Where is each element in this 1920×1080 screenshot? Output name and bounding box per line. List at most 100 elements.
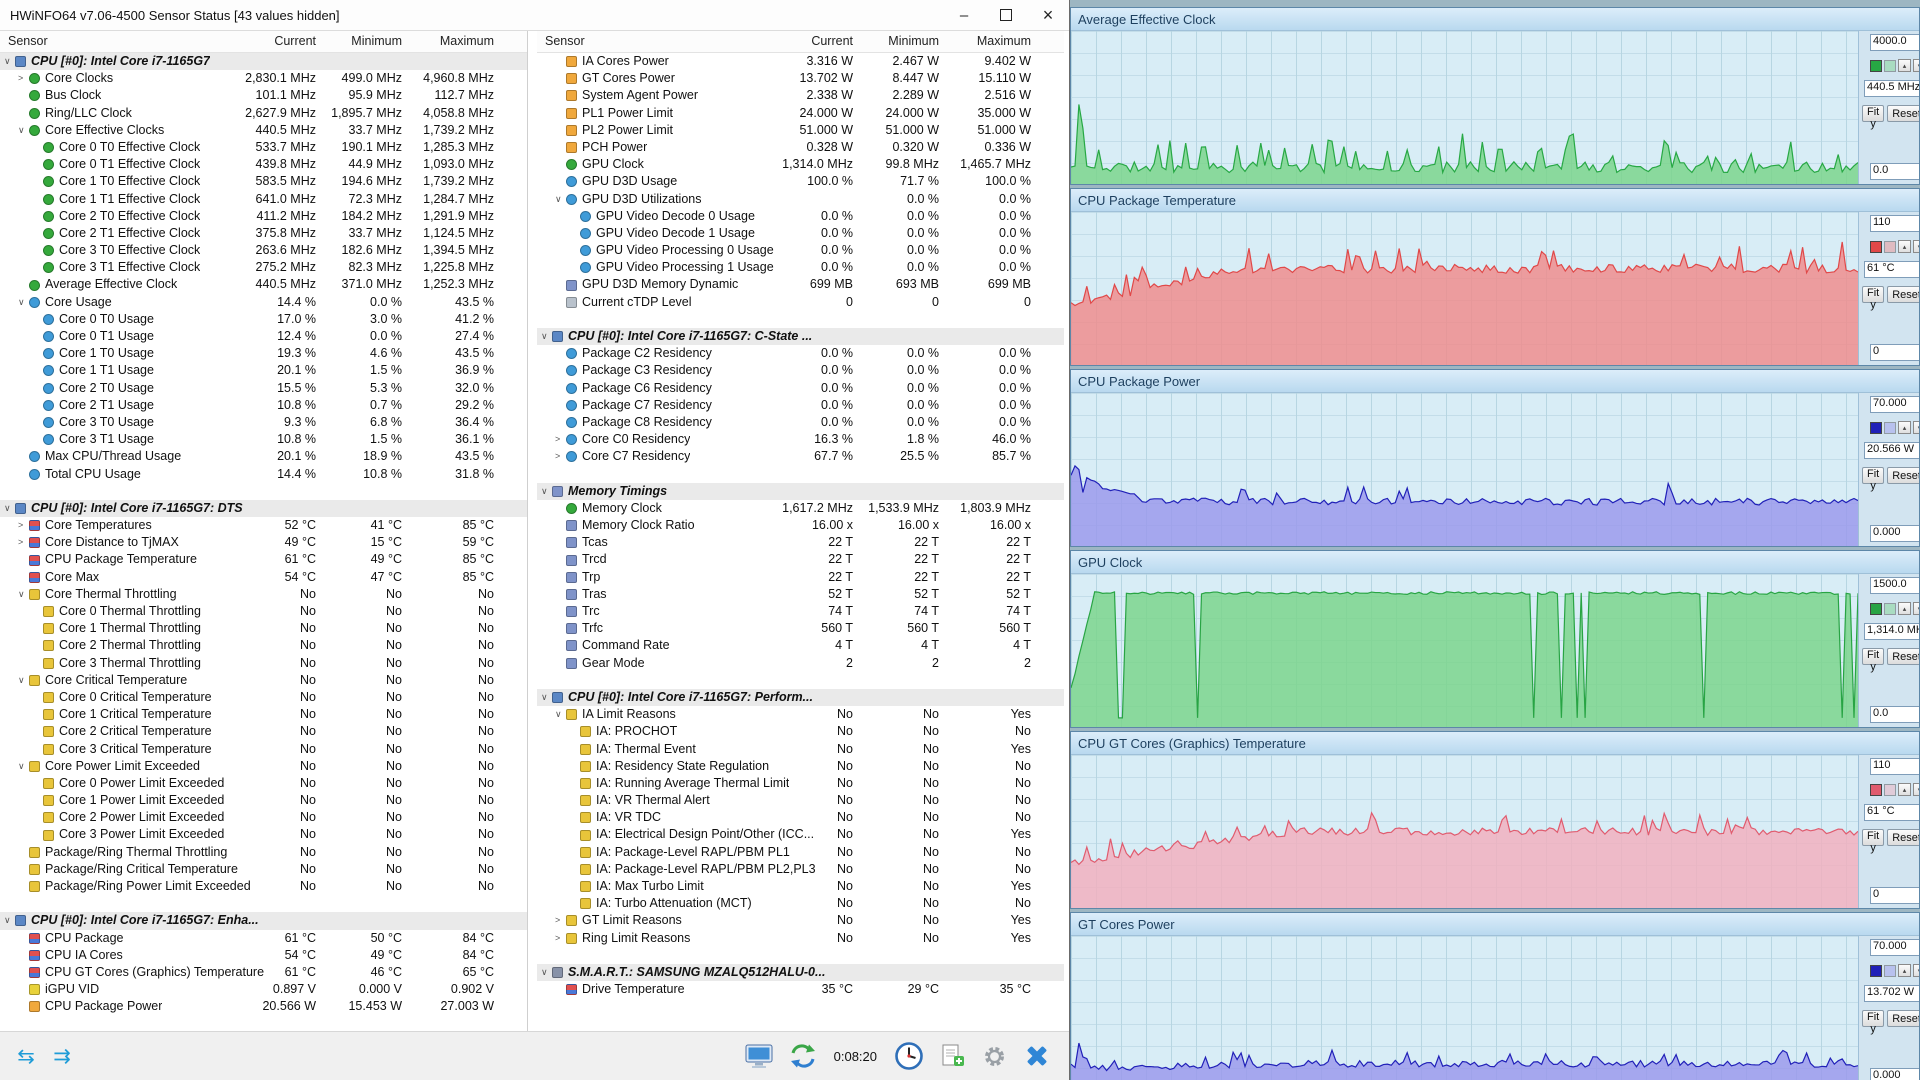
fit-y-button[interactable]: Fit y — [1862, 829, 1884, 846]
sensor-row[interactable]: ∨IA Limit ReasonsNoNoYes — [537, 706, 1064, 723]
series-color-swatch[interactable] — [1870, 60, 1882, 72]
swap-panels-button[interactable]: ⇆ — [8, 1039, 44, 1073]
sensor-group-header[interactable]: ∨CPU [#0]: Intel Core i7-1165G7: C-State… — [537, 328, 1064, 345]
sensor-row[interactable]: >Core Distance to TjMAX49 °C15 °C59 °C — [0, 534, 527, 551]
sensor-row[interactable]: Core 1 Critical TemperatureNoNoNo — [0, 706, 527, 723]
sensor-row[interactable]: IA: Package-Level RAPL/PBM PL2,PL3NoNoNo — [537, 861, 1064, 878]
sensor-row[interactable]: Core 1 Thermal ThrottlingNoNoNo — [0, 620, 527, 637]
sensor-row[interactable]: IA: Thermal EventNoNoYes — [537, 741, 1064, 758]
window-titlebar[interactable]: HWiNFO64 v7.06-4500 Sensor Status [43 va… — [0, 0, 1069, 31]
sensor-row[interactable]: Core 0 T1 Usage12.4 %0.0 %27.4 % — [0, 328, 527, 345]
sensor-group-header[interactable]: ∨CPU [#0]: Intel Core i7-1165G7: Perform… — [537, 689, 1064, 706]
collapse-icon[interactable]: ∨ — [4, 912, 15, 929]
scale-down-button[interactable]: ▾ — [1913, 240, 1919, 253]
sensor-row[interactable]: ∨Core Power Limit ExceededNoNoNo — [0, 758, 527, 775]
fit-y-button[interactable]: Fit y — [1862, 286, 1884, 303]
sensor-row[interactable]: IA Cores Power3.316 W2.467 W9.402 W — [537, 53, 1064, 70]
close-sensors-button[interactable] — [1023, 1042, 1051, 1070]
sensor-row[interactable]: System Agent Power2.338 W2.289 W2.516 W — [537, 87, 1064, 104]
scale-up-button[interactable]: ▴ — [1898, 59, 1911, 72]
reset-button[interactable]: Reset — [1887, 467, 1919, 484]
sensor-group-header[interactable]: ∨CPU [#0]: Intel Core i7-1165G7: DTS — [0, 500, 527, 517]
fit-y-button[interactable]: Fit y — [1862, 648, 1884, 665]
sensor-row[interactable]: Tras52 T52 T52 T — [537, 586, 1064, 603]
reset-button[interactable]: Reset — [1887, 829, 1919, 846]
collapse-icon[interactable]: ∨ — [541, 689, 552, 706]
sensor-row[interactable]: IA: Running Average Thermal LimitNoNoNo — [537, 775, 1064, 792]
sensor-row[interactable]: GPU Video Processing 1 Usage0.0 %0.0 %0.… — [537, 259, 1064, 276]
sensor-row[interactable]: Core 3 T0 Usage9.3 %6.8 %36.4 % — [0, 414, 527, 431]
collapse-icon[interactable]: ∨ — [18, 122, 29, 139]
sensor-row[interactable]: Core 2 T0 Effective Clock411.2 MHz184.2 … — [0, 208, 527, 225]
sensor-row[interactable]: PCH Power0.328 W0.320 W0.336 W — [537, 139, 1064, 156]
logging-report-button[interactable] — [939, 1043, 966, 1070]
series-color-swatch[interactable] — [1870, 422, 1882, 434]
column-header-sensor[interactable]: Sensor — [537, 34, 585, 48]
sensor-row[interactable]: Package C7 Residency0.0 %0.0 %0.0 % — [537, 397, 1064, 414]
scale-down-button[interactable]: ▾ — [1913, 421, 1919, 434]
fit-y-button[interactable]: Fit y — [1862, 105, 1884, 122]
sensor-row[interactable]: Gear Mode222 — [537, 655, 1064, 672]
remote-monitor-button[interactable] — [744, 1043, 774, 1070]
fit-y-button[interactable]: Fit y — [1862, 467, 1884, 484]
refresh-sensors-button[interactable] — [789, 1043, 817, 1069]
scale-down-button[interactable]: ▾ — [1913, 783, 1919, 796]
collapse-icon[interactable]: ∨ — [4, 53, 15, 70]
close-button[interactable]: × — [1027, 0, 1069, 30]
sensor-row[interactable]: Core 3 T1 Usage10.8 %1.5 %36.1 % — [0, 431, 527, 448]
sensor-row[interactable]: CPU Package Power20.566 W15.453 W27.003 … — [0, 998, 527, 1015]
scale-up-button[interactable]: ▴ — [1898, 421, 1911, 434]
sensor-row[interactable]: Package/Ring Critical TemperatureNoNoNo — [0, 861, 527, 878]
sensor-row[interactable]: Core 3 T1 Effective Clock275.2 MHz82.3 M… — [0, 259, 527, 276]
sensor-row[interactable]: ∨Core Effective Clocks440.5 MHz33.7 MHz1… — [0, 122, 527, 139]
sensor-row[interactable]: Core 1 T1 Usage20.1 %1.5 %36.9 % — [0, 362, 527, 379]
collapse-icon[interactable]: ∨ — [555, 191, 566, 208]
sensor-row[interactable]: Core Max54 °C47 °C85 °C — [0, 569, 527, 586]
sensor-row[interactable]: Core 0 Critical TemperatureNoNoNo — [0, 689, 527, 706]
collapse-icon[interactable]: ∨ — [541, 483, 552, 500]
sensor-row[interactable]: GT Cores Power13.702 W8.447 W15.110 W — [537, 70, 1064, 87]
sensor-row[interactable]: Core 2 T1 Usage10.8 %0.7 %29.2 % — [0, 397, 527, 414]
sensor-row[interactable]: GPU Video Decode 1 Usage0.0 %0.0 %0.0 % — [537, 225, 1064, 242]
sensor-row[interactable]: IA: Turbo Attenuation (MCT)NoNoNo — [537, 895, 1064, 912]
sensor-row[interactable]: >Ring Limit ReasonsNoNoYes — [537, 930, 1064, 947]
collapse-icon[interactable]: ∨ — [18, 294, 29, 311]
sensor-group-header[interactable]: ∨Memory Timings — [537, 483, 1064, 500]
sensor-row[interactable]: Trcd22 T22 T22 T — [537, 551, 1064, 568]
fill-color-swatch[interactable] — [1884, 241, 1896, 253]
sensor-row[interactable]: >Core C7 Residency67.7 %25.5 %85.7 % — [537, 448, 1064, 465]
reset-button[interactable]: Reset — [1887, 105, 1919, 122]
sensor-row[interactable]: GPU Video Processing 0 Usage0.0 %0.0 %0.… — [537, 242, 1064, 259]
sensor-row[interactable]: ∨GPU D3D Utilizations0.0 %0.0 % — [537, 191, 1064, 208]
sensor-row[interactable]: IA: Package-Level RAPL/PBM PL1NoNoNo — [537, 844, 1064, 861]
fill-color-swatch[interactable] — [1884, 60, 1896, 72]
column-header-maximum[interactable]: Maximum — [406, 31, 494, 52]
fill-color-swatch[interactable] — [1884, 603, 1896, 615]
sensor-row[interactable]: Core 0 Thermal ThrottlingNoNoNo — [0, 603, 527, 620]
fill-color-swatch[interactable] — [1884, 422, 1896, 434]
sensor-row[interactable]: Average Effective Clock440.5 MHz371.0 MH… — [0, 276, 527, 293]
sensor-row[interactable]: Trp22 T22 T22 T — [537, 569, 1064, 586]
sensor-row[interactable]: Package C2 Residency0.0 %0.0 %0.0 % — [537, 345, 1064, 362]
column-header-minimum[interactable]: Minimum — [320, 31, 402, 52]
collapse-icon[interactable]: ∨ — [541, 964, 552, 981]
sensor-row[interactable]: Core 2 T1 Effective Clock375.8 MHz33.7 M… — [0, 225, 527, 242]
sensor-row[interactable]: >Core C0 Residency16.3 %1.8 %46.0 % — [537, 431, 1064, 448]
sensor-row[interactable]: CPU Package Temperature61 °C49 °C85 °C — [0, 551, 527, 568]
sensor-row[interactable]: Core 1 T1 Effective Clock641.0 MHz72.3 M… — [0, 191, 527, 208]
counters-clock-button[interactable] — [894, 1041, 924, 1071]
sensor-row[interactable]: GPU Clock1,314.0 MHz99.8 MHz1,465.7 MHz — [537, 156, 1064, 173]
sensor-row[interactable]: IA: Electrical Design Point/Other (ICC..… — [537, 826, 1064, 843]
sensor-row[interactable]: Core 3 Critical TemperatureNoNoNo — [0, 741, 527, 758]
sensor-row[interactable]: Core 0 T0 Effective Clock533.7 MHz190.1 … — [0, 139, 527, 156]
sensor-row[interactable]: Core 2 Thermal ThrottlingNoNoNo — [0, 637, 527, 654]
sensor-row[interactable]: Core 1 T0 Effective Clock583.5 MHz194.6 … — [0, 173, 527, 190]
expand-icon[interactable]: > — [555, 930, 566, 947]
sensor-row[interactable]: IA: PROCHOTNoNoNo — [537, 723, 1064, 740]
sensor-row[interactable]: Trc74 T74 T74 T — [537, 603, 1064, 620]
sensor-row[interactable]: PL2 Power Limit51.000 W51.000 W51.000 W — [537, 122, 1064, 139]
sensor-row[interactable]: Package/Ring Thermal ThrottlingNoNoNo — [0, 844, 527, 861]
sensor-row[interactable]: Bus Clock101.1 MHz95.9 MHz112.7 MHz — [0, 87, 527, 104]
collapse-icon[interactable]: ∨ — [18, 758, 29, 775]
reset-button[interactable]: Reset — [1887, 648, 1919, 665]
